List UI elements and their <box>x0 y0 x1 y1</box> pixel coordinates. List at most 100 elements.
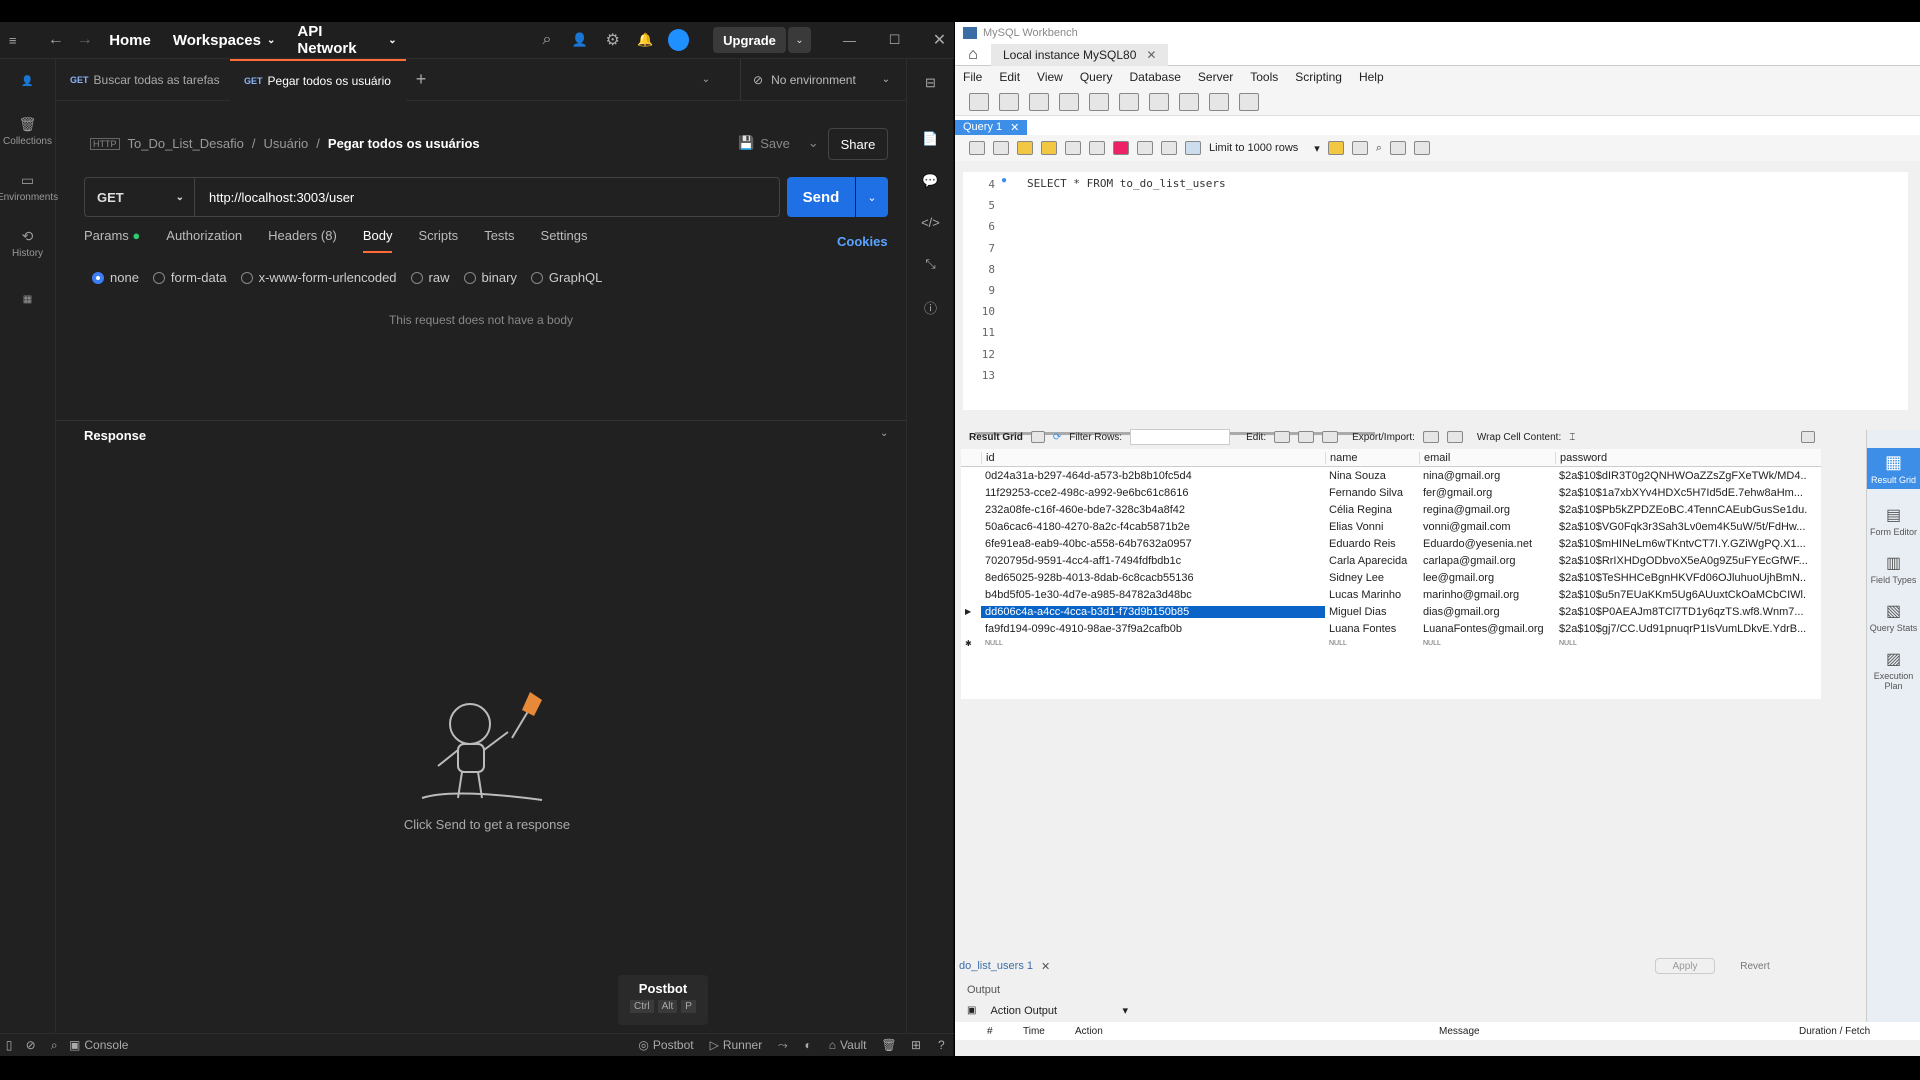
method-select[interactable]: GET ⌄ <box>85 178 195 216</box>
null-cell[interactable]: NULL <box>1419 640 1555 647</box>
open-sql-icon[interactable] <box>999 92 1019 111</box>
table-row[interactable]: 232a08fe-c16f-460e-bde7-328c3b4a8f42 Céli… <box>961 501 1821 518</box>
layout-icon[interactable]: ⊞ <box>903 1038 928 1052</box>
table-row[interactable]: 8ed65025-928b-4013-8dab-6c8cacb55136 Sidn… <box>961 569 1821 586</box>
close-icon[interactable]: ✕ <box>1146 48 1156 62</box>
tab-body[interactable]: Body <box>362 228 393 253</box>
table-cell[interactable]: regina@gmail.org <box>1419 504 1555 516</box>
invite-user-icon[interactable]: 👤 <box>563 32 596 48</box>
radio-form-data[interactable]: form-data <box>152 270 227 285</box>
gear-icon[interactable]: ⚙ <box>596 30 629 50</box>
table-cell[interactable]: vonni@gmail.com <box>1419 521 1555 533</box>
create-view-icon[interactable] <box>1119 92 1139 111</box>
table-cell[interactable]: Eduardo Reis <box>1325 538 1419 550</box>
radio-none[interactable]: none <box>92 270 139 285</box>
table-cell[interactable]: dd606c4a-a4cc-4cca-b3d1-f73d9b150b85 <box>981 605 1325 618</box>
search-icon[interactable]: ⌕ <box>1376 142 1382 155</box>
menu-icon[interactable]: ≡ <box>2 33 23 48</box>
breadcrumb-collection[interactable]: To_Do_List_Desafio <box>128 136 244 151</box>
api-network-menu[interactable]: API Network ⌄ <box>297 23 396 57</box>
radio-urlencoded[interactable]: x-www-form-urlencoded <box>240 270 397 285</box>
menu-query[interactable]: Query <box>1080 70 1113 84</box>
save-icon[interactable] <box>993 141 1009 155</box>
tab-buscar-tarefas[interactable]: GET Buscar todas as tarefas <box>56 59 230 101</box>
apply-button[interactable]: Apply <box>1655 958 1715 974</box>
minimize-icon[interactable]: — <box>835 33 864 48</box>
new-row[interactable]: ✱ NULL NULL NULL NULL <box>961 637 1821 649</box>
capture-icon[interactable]: ⤳ <box>770 1038 795 1053</box>
autocommit-icon[interactable] <box>1185 141 1201 155</box>
create-procedure-icon[interactable] <box>1149 92 1169 111</box>
online-status-icon[interactable]: ⊘ <box>18 1038 43 1052</box>
revert-button[interactable]: Revert <box>1725 958 1785 974</box>
wrap-icon[interactable]: ⌶ <box>1569 432 1575 443</box>
null-cell[interactable]: NULL <box>1555 640 1807 647</box>
radio-binary[interactable]: binary <box>463 270 517 285</box>
table-cell[interactable]: 6fe91ea8-eab9-40bc-a558-64b7632a0957 <box>981 538 1325 550</box>
home-link[interactable]: Home <box>109 32 151 49</box>
result-tab[interactable]: do_list_users 1 ✕ <box>959 960 1050 973</box>
profile-icon[interactable]: 👤 <box>0 59 55 103</box>
table-cell[interactable]: 11f29253-cce2-498c-a992-9e6bc61c8616 <box>981 487 1325 499</box>
menu-server[interactable]: Server <box>1198 70 1233 84</box>
grid-icon[interactable] <box>1030 431 1045 443</box>
response-divider[interactable] <box>56 420 906 421</box>
table-cell[interactable]: 7020795d-9591-4cc4-aff1-7494fdfbdb1c <box>981 555 1325 567</box>
side-field-types[interactable]: ▥ Field Types <box>1867 553 1920 585</box>
commit-icon[interactable] <box>1137 141 1153 155</box>
url-input[interactable]: http://localhost:3003/user <box>195 190 354 205</box>
menu-help[interactable]: Help <box>1359 70 1384 84</box>
table-cell[interactable]: lee@gmail.org <box>1419 572 1555 584</box>
menu-edit[interactable]: Edit <box>999 70 1020 84</box>
output-dropdown[interactable]: ▣ Action Output ▾ <box>967 1004 1128 1018</box>
import-icon[interactable] <box>1446 431 1463 443</box>
result-grid-label[interactable]: Result Grid <box>969 432 1023 443</box>
open-file-icon[interactable] <box>969 141 985 155</box>
search-icon[interactable]: ⌕ <box>531 31 564 49</box>
related-icon[interactable]: ⤡ <box>925 256 935 272</box>
table-cell[interactable]: Eduardo@yesenia.net <box>1419 538 1555 550</box>
radio-graphql[interactable]: GraphQL <box>530 270 602 285</box>
column-header-name[interactable]: name <box>1325 451 1419 464</box>
reconnect-icon[interactable] <box>1239 92 1259 111</box>
runner-button[interactable]: ▷ Runner <box>710 1038 763 1052</box>
table-cell[interactable]: $2a$10$P0AEAJm8TCl7TD1y6qzTS.wf8.Wnm7... <box>1555 606 1807 618</box>
tab-headers[interactable]: Headers (8) <box>268 228 337 253</box>
invisible-chars-icon[interactable] <box>1389 141 1406 155</box>
maximize-icon[interactable]: ☐ <box>880 32 909 48</box>
delete-row-icon[interactable] <box>1322 431 1339 443</box>
export-icon[interactable] <box>1422 431 1439 443</box>
menu-view[interactable]: View <box>1037 70 1063 84</box>
console-button[interactable]: ▣ Console <box>69 1038 128 1052</box>
tab-authorization[interactable]: Authorization <box>166 228 242 253</box>
create-schema-icon[interactable] <box>1059 92 1079 111</box>
forward-arrow-icon[interactable]: → <box>70 31 99 49</box>
column-header-password[interactable]: password <box>1555 451 1807 464</box>
stop-icon[interactable] <box>1089 141 1105 155</box>
code-icon[interactable]: </> <box>921 215 940 230</box>
table-row[interactable]: b4bd5f05-1e30-4d7e-a985-84782a3d48bc Luca… <box>961 586 1821 603</box>
table-cell[interactable]: $2a$10$dIR3T0g2QNHWOaZZsZgFXeTWk/MD4... <box>1555 470 1807 482</box>
table-cell[interactable]: Elias Vonni <box>1325 521 1419 533</box>
table-row[interactable]: 11f29253-cce2-498c-a992-9e6bc61c8616 Fern… <box>961 484 1821 501</box>
rollback-icon[interactable] <box>1161 141 1177 155</box>
refresh-icon[interactable]: ⟳ <box>1053 432 1061 443</box>
sql-statement[interactable]: SELECT * FROM to_do_list_users <box>1027 177 1226 190</box>
comments-icon[interactable]: 💬 <box>922 173 938 189</box>
back-arrow-icon[interactable]: ← <box>41 31 70 49</box>
chevron-down-icon[interactable]: ⌄ <box>696 74 716 85</box>
column-header-email[interactable]: email <box>1419 451 1555 464</box>
postbot-button[interactable]: ◎ Postbot <box>638 1038 693 1052</box>
limit-rows-select[interactable]: Limit to 1000 rows ▾ <box>1209 142 1320 155</box>
create-function-icon[interactable] <box>1179 92 1199 111</box>
table-row[interactable]: 6fe91ea8-eab9-40bc-a558-64b7632a0957 Edua… <box>961 535 1821 552</box>
home-icon[interactable]: ⌂ <box>955 46 991 64</box>
table-cell[interactable]: carlapa@gmail.org <box>1419 555 1555 567</box>
save-button[interactable]: 💾 Save ⌄ <box>738 135 819 151</box>
info-icon[interactable]: ⓘ <box>924 298 937 317</box>
table-cell[interactable]: $2a$10$u5n7EUaKKm5Ug6AUuxtCkOaMCbCIWl... <box>1555 589 1807 601</box>
table-cell[interactable]: Nina Souza <box>1325 470 1419 482</box>
execute-icon[interactable] <box>1017 141 1033 155</box>
insert-row-icon[interactable] <box>1298 431 1315 443</box>
sidebar-item-history[interactable]: ⟲ History <box>0 215 55 271</box>
